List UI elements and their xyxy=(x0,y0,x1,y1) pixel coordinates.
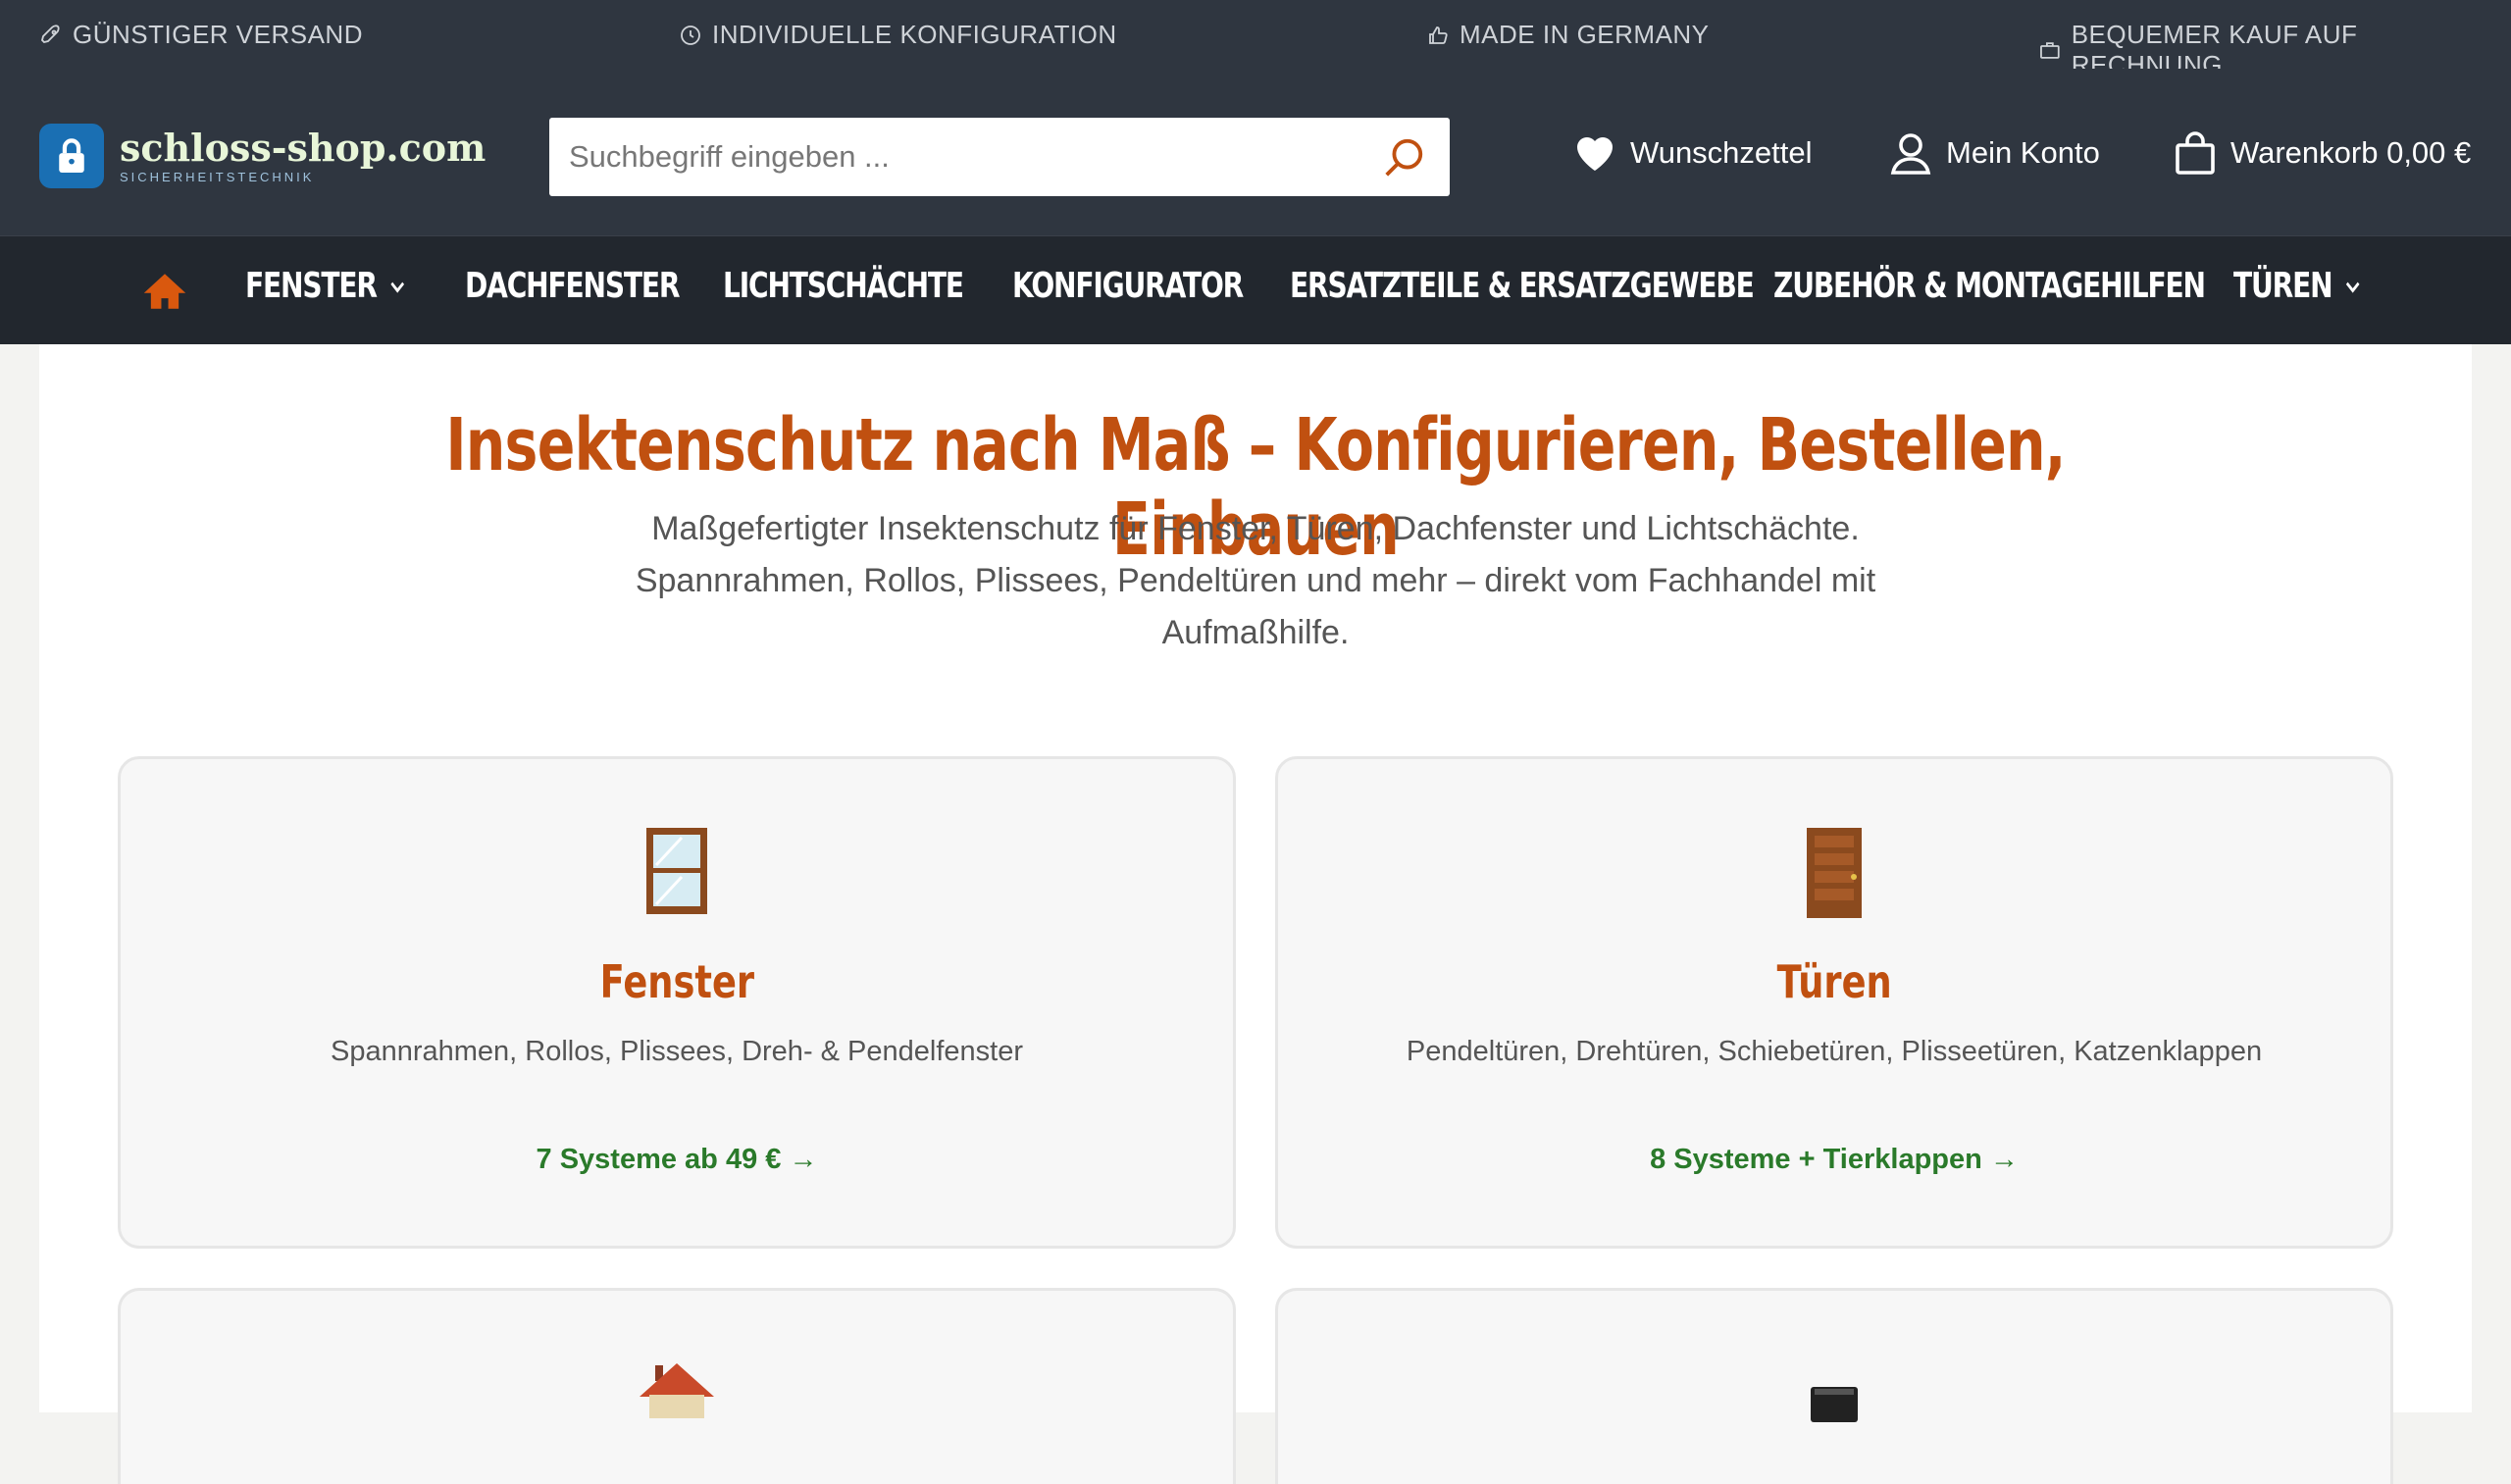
usp-configuration: INDIVIDUELLE KONFIGURATION xyxy=(679,20,1117,50)
logo-tagline: SICHERHEITSTECHNIK xyxy=(120,169,315,184)
card-title: Fenster xyxy=(599,955,754,1008)
wishlist-link[interactable]: Wunschzettel xyxy=(1571,129,1813,177)
logo[interactable]: schloss-shop.com SICHERHEITSTECHNIK xyxy=(39,124,486,188)
briefcase-icon xyxy=(2040,42,2060,59)
cart-label: Warenkorb 0,00 € xyxy=(2230,135,2472,170)
user-icon xyxy=(1890,133,1931,175)
clock-icon xyxy=(681,25,700,45)
nav-label: FENSTER xyxy=(245,266,378,306)
page-subtitle: Maßgefertigter Insektenschutz für Fenste… xyxy=(635,510,1876,651)
usp-made-in-germany: MADE IN GERMANY xyxy=(1426,20,1710,50)
nav-item-tueren[interactable]: TÜREN xyxy=(2233,266,2363,306)
house-icon xyxy=(640,1363,714,1418)
nav-label: TÜREN xyxy=(2233,266,2333,306)
search-input[interactable] xyxy=(549,123,1354,191)
chevron-down-icon xyxy=(2345,281,2360,293)
light-well-icon xyxy=(1811,1387,1858,1422)
nav-label: DACHFENSTER xyxy=(465,266,680,306)
home-icon[interactable] xyxy=(142,272,187,311)
cart-link[interactable]: Warenkorb 0,00 € xyxy=(2172,129,2471,177)
window-icon xyxy=(646,828,707,914)
heart-icon xyxy=(1577,137,1613,171)
category-card-lichtschaechte[interactable] xyxy=(1275,1288,2393,1484)
nav-item-ersatzteile[interactable]: ERSATZTEILE & ERSATZGEWEBE xyxy=(1290,266,1755,306)
wishlist-label: Wunschzettel xyxy=(1630,135,1813,170)
chevron-down-icon xyxy=(390,281,404,293)
nav-item-lichtschaechte[interactable]: LICHTSCHÄCHTE xyxy=(723,266,964,306)
nav-label: KONFIGURATOR xyxy=(1012,266,1244,306)
category-card-tueren[interactable]: Türen Pendeltüren, Drehtüren, Schiebetür… xyxy=(1275,756,2393,1249)
thumbs-up-icon xyxy=(1429,26,1448,44)
usp-bar: GÜNSTIGER VERSAND INDIVIDUELLE KONFIGURA… xyxy=(0,0,2511,79)
lock-icon xyxy=(39,124,104,188)
account-label: Mein Konto xyxy=(1946,135,2100,170)
search-icon[interactable] xyxy=(1381,135,1426,180)
usp-label: GÜNSTIGER VERSAND xyxy=(73,20,363,49)
usp-shipping: GÜNSTIGER VERSAND xyxy=(39,20,363,50)
card-link[interactable]: 7 Systeme ab 49 € → xyxy=(121,1144,1233,1176)
logo-name: schloss-shop.com xyxy=(120,125,487,170)
nav-label: ERSATZTEILE & ERSATZGEWEBE xyxy=(1290,266,1755,306)
rocket-icon xyxy=(41,24,60,43)
category-card-fenster[interactable]: Fenster Spannrahmen, Rollos, Plissees, D… xyxy=(118,756,1236,1249)
usp-label: INDIVIDUELLE KONFIGURATION xyxy=(712,20,1117,49)
nav-label: ZUBEHÖR & MONTAGEHILFEN xyxy=(1773,266,2206,306)
card-title: Türen xyxy=(1776,955,1892,1008)
door-icon xyxy=(1807,828,1862,918)
site-header: schloss-shop.com SICHERHEITSTECHNIK Wuns… xyxy=(0,69,2511,235)
nav-item-zubehoer[interactable]: ZUBEHÖR & MONTAGEHILFEN xyxy=(1773,266,2206,306)
nav-item-konfigurator[interactable]: KONFIGURATOR xyxy=(1012,266,1244,306)
search-bar xyxy=(549,118,1450,196)
account-link[interactable]: Mein Konto xyxy=(1887,129,2100,177)
shopping-bag-icon xyxy=(2176,131,2215,175)
main-content: Insektenschutz nach Maß – Konfigurieren,… xyxy=(39,344,2472,1484)
nav-item-fenster[interactable]: FENSTER xyxy=(245,266,407,306)
card-description: Spannrahmen, Rollos, Plissees, Dreh- & P… xyxy=(330,1036,1024,1067)
category-card-dachfenster[interactable] xyxy=(118,1288,1236,1484)
card-description: Pendeltüren, Drehtüren, Schiebetüren, Pl… xyxy=(1406,1036,2263,1067)
main-nav: FENSTER DACHFENSTER LICHTSCHÄCHTE KONFIG… xyxy=(0,235,2511,344)
nav-item-dachfenster[interactable]: DACHFENSTER xyxy=(465,266,680,306)
nav-label: LICHTSCHÄCHTE xyxy=(723,266,964,306)
card-link[interactable]: 8 Systeme + Tierklappen → xyxy=(1278,1144,2390,1176)
usp-label: MADE IN GERMANY xyxy=(1460,20,1710,49)
